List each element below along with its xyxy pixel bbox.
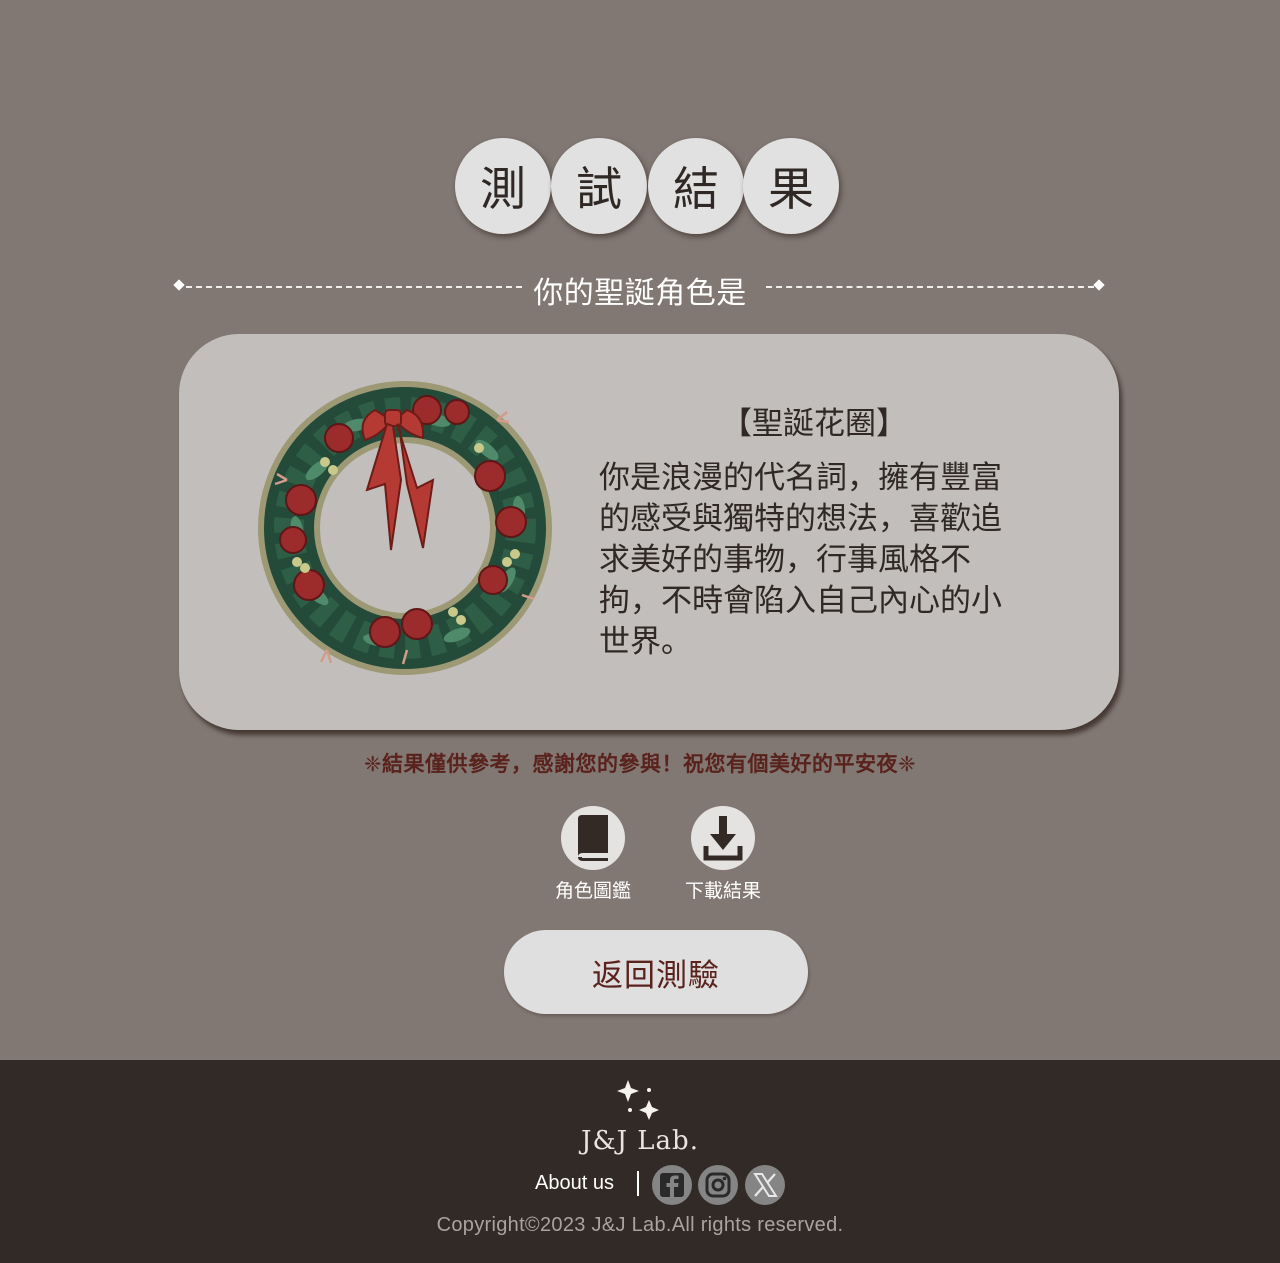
facebook-icon — [660, 1173, 684, 1197]
sparkle-icon — [617, 1080, 659, 1120]
facebook-link[interactable] — [652, 1165, 692, 1205]
title-char-circle: 果 — [743, 138, 839, 234]
christmas-wreath-illustration — [258, 381, 552, 675]
thanks-note: ❈結果僅供參考，感謝您的參與！祝您有個美好的平安夜❈ — [363, 752, 917, 776]
about-us-link[interactable]: About us — [535, 1172, 614, 1195]
action-label: 角色圖鑑 — [554, 880, 631, 902]
subtitle: 你的聖誕角色是 — [533, 276, 747, 311]
x-icon — [753, 1173, 778, 1197]
diamond-icon — [1093, 279, 1105, 291]
action-circle — [691, 806, 755, 870]
action-label: 下載結果 — [684, 880, 761, 902]
footer: J&J Lab. About us Copyright©2023 J&J Lab… — [0, 1060, 1280, 1263]
diamond-icon — [173, 279, 185, 291]
page-title: 測 試 結 果 — [455, 138, 845, 238]
footer-divider — [637, 1171, 639, 1196]
book-icon — [578, 815, 608, 861]
x-link[interactable] — [745, 1165, 785, 1205]
instagram-icon — [705, 1172, 731, 1198]
download-icon — [703, 816, 743, 861]
main-section: 測 試 結 果 你的聖誕角色是 【聖誕花圈】 你是浪漫的代名詞，擁有豐富的感受與… — [0, 0, 1280, 1060]
brand-logo: J&J Lab. — [581, 1126, 699, 1156]
instagram-link[interactable] — [698, 1165, 738, 1205]
back-to-quiz-button[interactable]: 返回測驗 — [504, 930, 808, 1014]
title-char-circle: 測 — [455, 138, 551, 234]
result-card: 【聖誕花圈】 你是浪漫的代名詞，擁有豐富的感受與獨特的想法，喜歡追求美好的事物，… — [179, 334, 1119, 730]
result-description: 你是浪漫的代名詞，擁有豐富的感受與獨特的想法，喜歡追求美好的事物，行事風格不拘，… — [599, 460, 1002, 660]
dashed-divider — [766, 286, 1094, 288]
title-char-circle: 試 — [551, 138, 647, 234]
action-circle — [561, 806, 625, 870]
character-guide-button[interactable]: 角色圖鑑 — [533, 806, 653, 906]
title-char-circle: 結 — [648, 138, 744, 234]
dashed-divider — [186, 286, 522, 288]
download-result-button[interactable]: 下載結果 — [663, 806, 783, 906]
copyright-text: Copyright©2023 J&J Lab.All rights reserv… — [436, 1214, 844, 1236]
result-character-name: 【聖誕花圈】 — [721, 406, 907, 442]
subtitle-row: 你的聖誕角色是 — [172, 266, 1108, 311]
